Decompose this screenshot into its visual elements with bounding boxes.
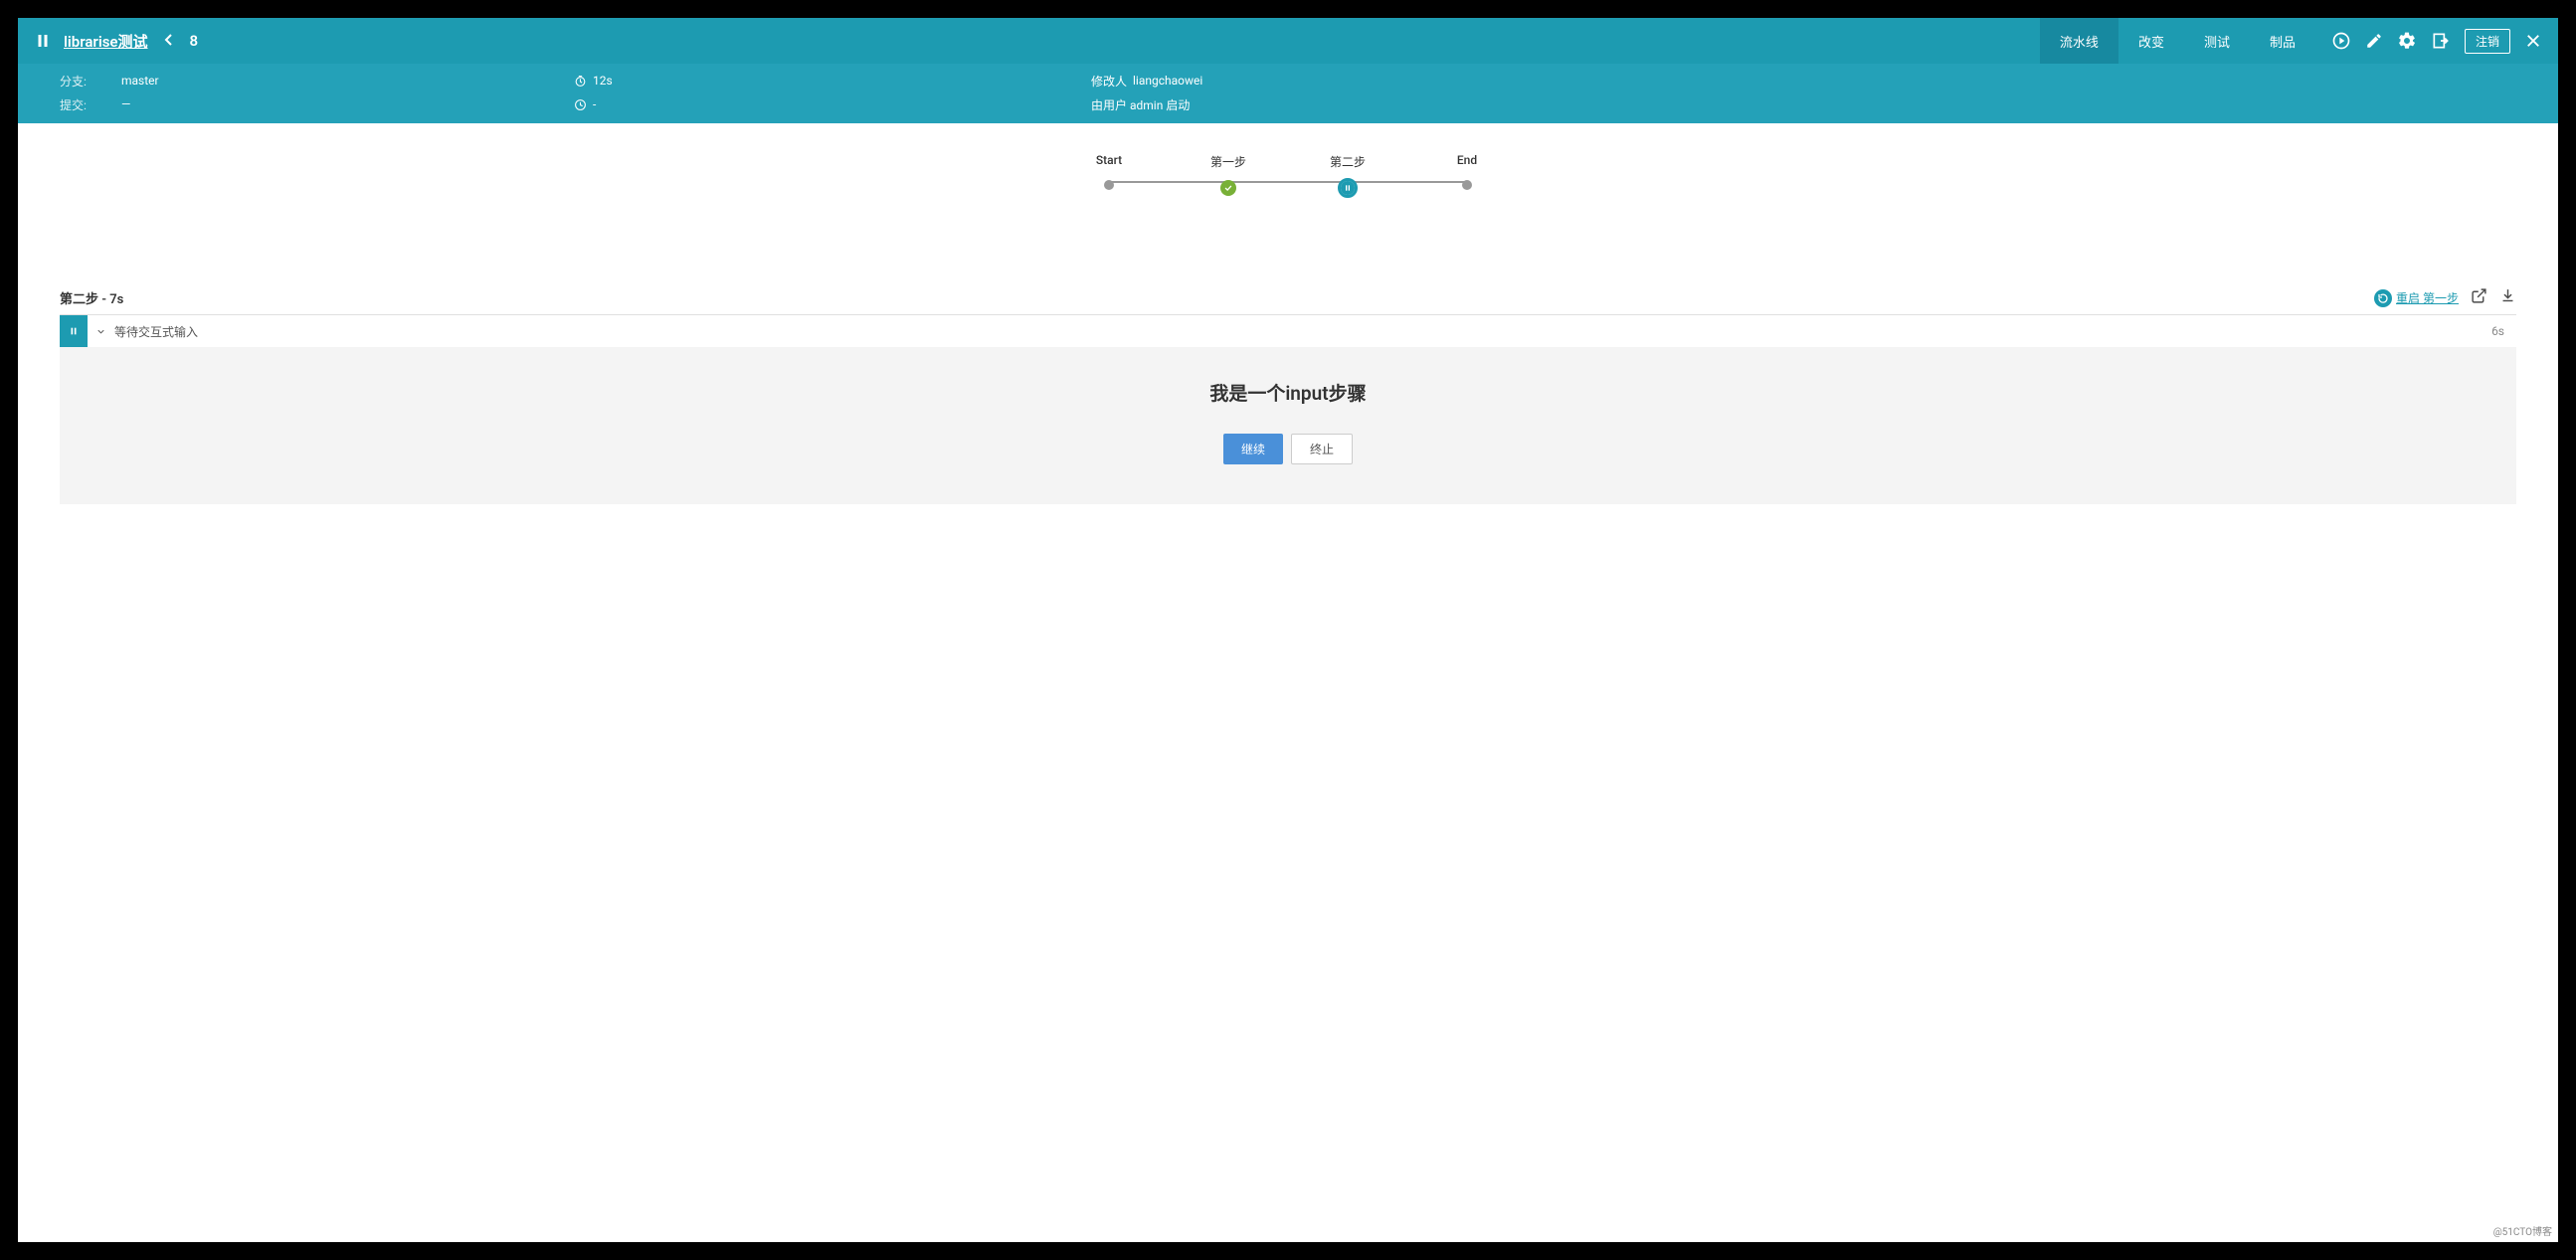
step-status-paused-icon — [60, 315, 88, 347]
header-tabs: 流水线 改变 测试 制品 — [2040, 18, 2315, 64]
restart-icon — [2374, 289, 2392, 307]
stage-node-dot — [1104, 180, 1114, 190]
restart-label: 重启 第一步 — [2396, 289, 2459, 306]
header-bar: librarise测试 8 流水线 改变 测试 制品 注销 — [18, 18, 2558, 64]
tab-pipeline[interactable]: 流水线 — [2040, 18, 2118, 64]
stage-start[interactable]: Start — [1049, 153, 1169, 195]
edit-icon[interactable] — [2365, 32, 2383, 50]
restart-stage-link[interactable]: 重启 第一步 — [2374, 289, 2459, 307]
detail-strip: 分支: 提交: master — 12s - 修改人 — [18, 64, 2558, 123]
commit-label: 提交: — [60, 96, 87, 113]
step-row-duration: 6s — [2491, 324, 2504, 338]
step-actions: 重启 第一步 — [2374, 287, 2516, 308]
stage-step1[interactable]: 第一步 — [1169, 153, 1288, 198]
header-actions: 注销 — [2331, 29, 2542, 54]
stage-node-paused — [1338, 178, 1358, 198]
step-row[interactable]: 等待交互式输入 6s — [60, 315, 2516, 347]
close-icon[interactable] — [2524, 32, 2542, 50]
branch-value: master — [121, 74, 159, 88]
continue-button[interactable]: 继续 — [1223, 434, 1283, 464]
commit-value: — — [121, 97, 130, 111]
duration-value: 12s — [593, 74, 613, 88]
stage-label: 第二步 — [1330, 153, 1366, 170]
logout-button[interactable]: 注销 — [2465, 29, 2510, 54]
input-prompt-message: 我是一个input步骤 — [60, 379, 2516, 406]
stage-node-success — [1220, 180, 1236, 196]
run-number: 8 — [190, 32, 199, 50]
step-section: 第二步 - 7s 重启 第一步 — [18, 287, 2558, 504]
step-header: 第二步 - 7s 重启 第一步 — [60, 287, 2516, 315]
stage-label: End — [1457, 153, 1477, 167]
clock-icon — [574, 98, 587, 111]
gear-icon[interactable] — [2397, 31, 2417, 51]
abort-button[interactable]: 终止 — [1291, 434, 1353, 464]
chevron-left-icon[interactable] — [164, 32, 174, 51]
modifier-label: 修改人 — [1091, 73, 1127, 90]
stage-node-dot — [1462, 180, 1472, 190]
rerun-icon[interactable] — [2331, 31, 2351, 51]
tab-artifacts[interactable]: 制品 — [2250, 18, 2315, 64]
branch-label: 分支: — [60, 73, 87, 90]
stage-step2[interactable]: 第二步 — [1288, 153, 1407, 198]
pipeline-title-link[interactable]: librarise测试 — [64, 31, 148, 52]
header-left: librarise测试 8 — [34, 31, 2040, 52]
stopwatch-icon — [574, 75, 587, 88]
pause-status-icon — [34, 32, 52, 50]
open-external-icon[interactable] — [2471, 287, 2487, 308]
tab-changes[interactable]: 改变 — [2118, 18, 2184, 64]
modifier-value: liangchaowei — [1133, 74, 1202, 88]
chevron-down-icon[interactable] — [88, 322, 114, 341]
exit-icon[interactable] — [2431, 31, 2451, 51]
stage-label: Start — [1096, 153, 1122, 167]
step-title: 第二步 - 7s — [60, 288, 123, 307]
download-icon[interactable] — [2499, 287, 2516, 308]
step-row-label: 等待交互式输入 — [114, 323, 2491, 340]
watermark: @51CTO博客 — [2493, 1223, 2552, 1238]
tab-tests[interactable]: 测试 — [2184, 18, 2250, 64]
time-value: - — [593, 97, 596, 111]
started-by-text: 由用户 admin 启动 — [1091, 96, 1190, 113]
stage-label: 第一步 — [1210, 153, 1246, 170]
input-prompt: 我是一个input步骤 继续 终止 — [60, 347, 2516, 504]
pipeline-graph: Start 第一步 第二步 — [18, 123, 2558, 287]
stage-end[interactable]: End — [1407, 153, 1527, 195]
